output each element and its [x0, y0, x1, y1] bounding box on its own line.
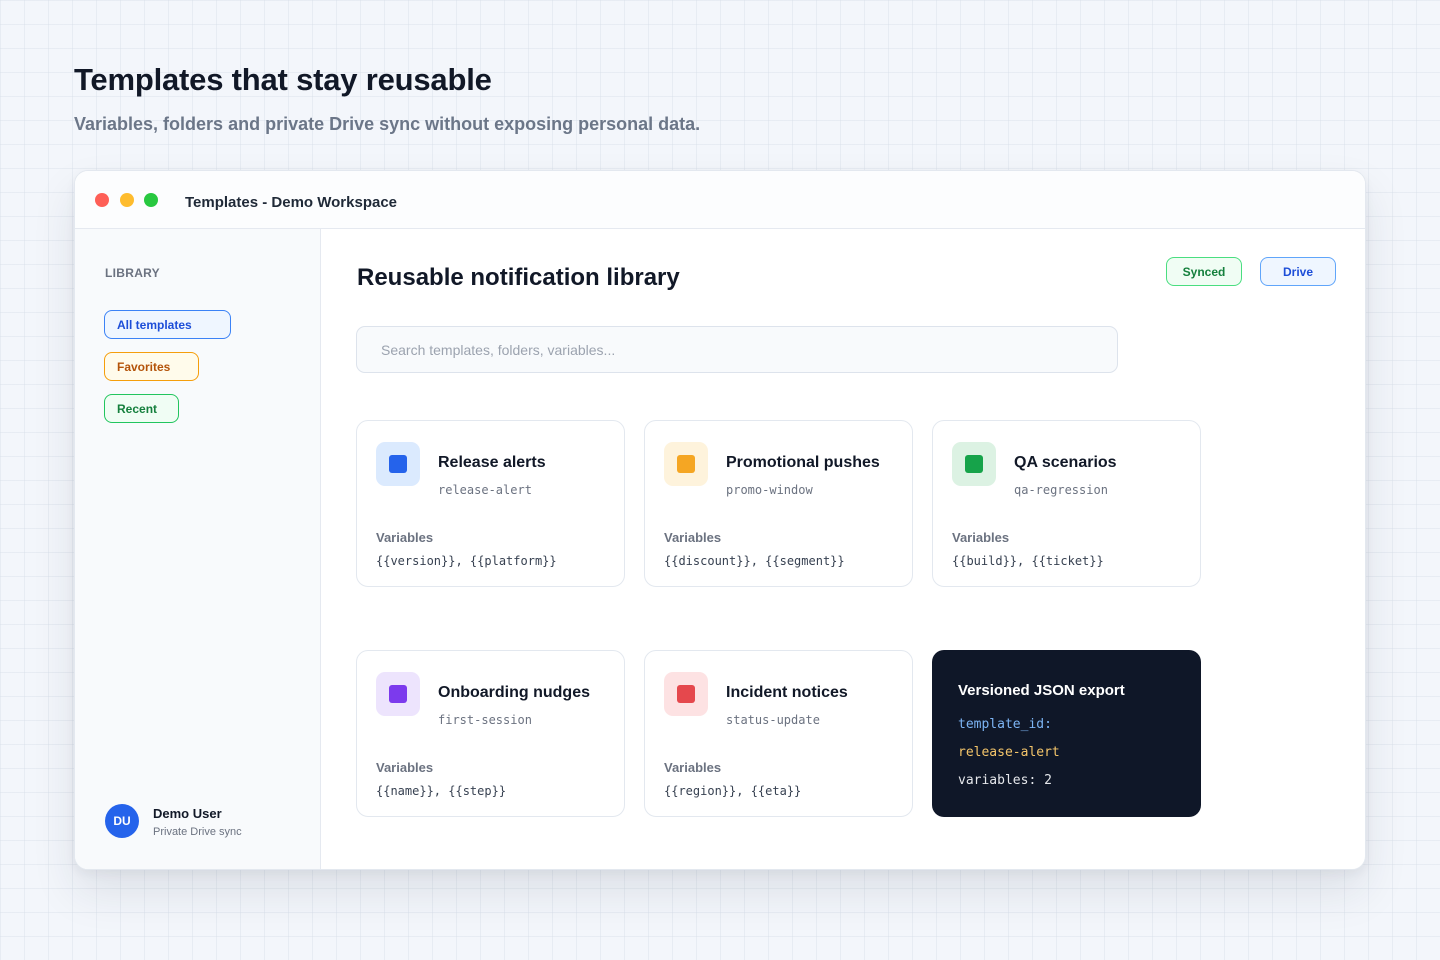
export-title: Versioned JSON export [958, 682, 1125, 699]
avatar[interactable]: DU [105, 804, 139, 838]
main-content: Reusable notification library Synced Dri… [321, 229, 1365, 869]
template-icon [376, 672, 420, 716]
user-name: Demo User [153, 806, 222, 821]
template-icon [664, 442, 708, 486]
maximize-window-icon[interactable] [144, 193, 158, 207]
template-title: Release alerts [438, 454, 546, 471]
template-card-promotional-pushes[interactable]: Promotional pushes promo-window Variable… [644, 420, 913, 587]
variables-label: Variables [952, 530, 1010, 545]
variables-label: Variables [664, 760, 722, 775]
sidebar-item-recent[interactable]: Recent [104, 394, 179, 423]
export-key-line: template_id: [958, 717, 1052, 732]
variables-label: Variables [664, 530, 722, 545]
template-variables: {{region}}, {{eta}} [664, 784, 802, 798]
synced-status-badge: Synced [1166, 257, 1242, 286]
export-value-line: release-alert [958, 745, 1060, 760]
template-slug: release-alert [438, 483, 532, 497]
template-icon [664, 672, 708, 716]
template-slug: promo-window [726, 483, 813, 497]
template-icon [376, 442, 420, 486]
template-card-incident-notices[interactable]: Incident notices status-update Variables… [644, 650, 913, 817]
template-slug: qa-regression [1014, 483, 1108, 497]
sidebar-item-all-templates[interactable]: All templates [104, 310, 231, 339]
template-title: Onboarding nudges [438, 684, 590, 701]
template-title: Incident notices [726, 684, 848, 701]
drive-badge[interactable]: Drive [1260, 257, 1336, 286]
export-variables-line: variables: 2 [958, 773, 1052, 788]
template-variables: {{version}}, {{platform}} [376, 554, 557, 568]
template-icon [952, 442, 996, 486]
minimize-window-icon[interactable] [120, 193, 134, 207]
sidebar-item-favorites[interactable]: Favorites [104, 352, 199, 381]
variables-label: Variables [376, 530, 434, 545]
template-variables: {{name}}, {{step}} [376, 784, 507, 798]
template-card-release-alerts[interactable]: Release alerts release-alert Variables {… [356, 420, 625, 587]
window-title: Templates - Demo Workspace [185, 194, 398, 211]
template-card-qa-scenarios[interactable]: QA scenarios qa-regression Variables {{b… [932, 420, 1201, 587]
hero-title: Templates that stay reusable [74, 62, 492, 97]
sidebar-heading: LIBRARY [105, 266, 160, 280]
search-input[interactable] [356, 326, 1118, 373]
hero-subtitle: Variables, folders and private Drive syn… [74, 114, 701, 134]
template-title: QA scenarios [1014, 454, 1117, 471]
window-titlebar: Templates - Demo Workspace [75, 171, 1365, 229]
close-window-icon[interactable] [95, 193, 109, 207]
app-window: Templates - Demo Workspace LIBRARY All t… [74, 170, 1366, 870]
template-card-onboarding-nudges[interactable]: Onboarding nudges first-session Variable… [356, 650, 625, 817]
template-slug: first-session [438, 713, 532, 727]
json-export-panel: Versioned JSON export template_id: relea… [932, 650, 1201, 817]
template-variables: {{discount}}, {{segment}} [664, 554, 845, 568]
template-title: Promotional pushes [726, 454, 880, 471]
variables-label: Variables [376, 760, 434, 775]
template-variables: {{build}}, {{ticket}} [952, 554, 1104, 568]
sidebar: LIBRARY All templates Favorites Recent D… [75, 229, 321, 869]
page-title: Reusable notification library [357, 264, 680, 291]
template-slug: status-update [726, 713, 820, 727]
user-subtitle: Private Drive sync [153, 826, 242, 838]
